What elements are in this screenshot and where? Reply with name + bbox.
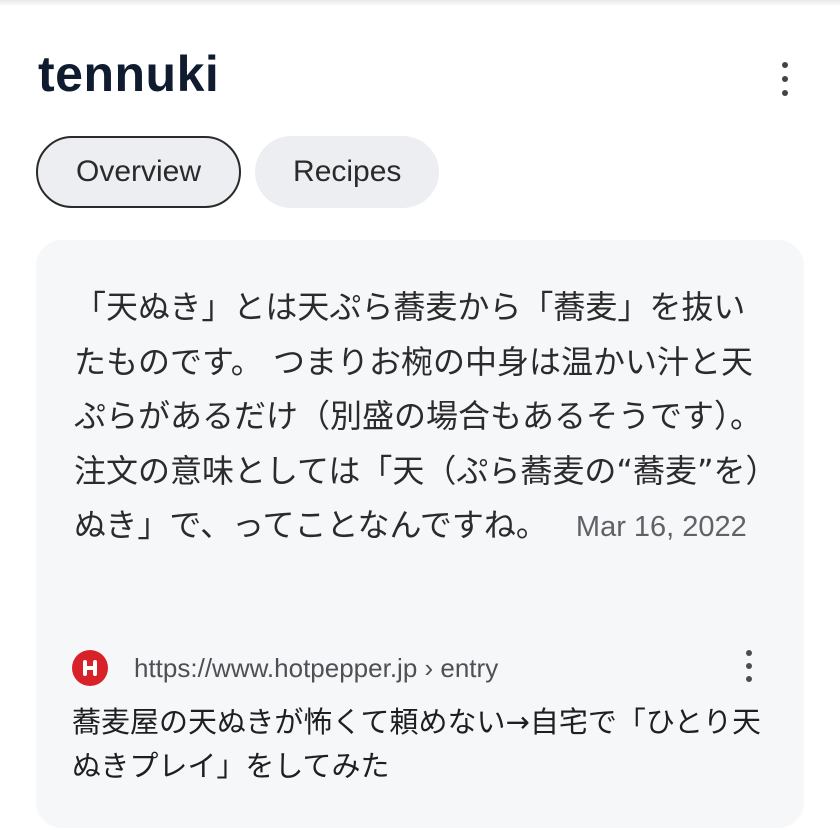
featured-snippet-card: 「天ぬき」とは天ぷら蕎麦から「蕎麦」を抜いたものです。 つまりお椀の中身は温かい…: [36, 240, 804, 828]
dot: [782, 90, 788, 96]
source-url[interactable]: https://www.hotpepper.jp › entry: [134, 653, 498, 684]
more-options-icon[interactable]: [774, 62, 796, 96]
dot: [746, 676, 752, 682]
top-shadow: [0, 0, 840, 6]
page-title: tennuki: [38, 46, 220, 102]
dot: [782, 62, 788, 68]
result-title-link[interactable]: 蕎麦屋の天ぬきが怖くて頼めない→自宅で「ひとり天ぬきプレイ」をしてみた: [72, 700, 772, 788]
tab-overview[interactable]: Overview: [36, 136, 242, 208]
source-row[interactable]: https://www.hotpepper.jp › entry: [72, 648, 768, 688]
dot: [746, 650, 752, 656]
snippet-text-block: 「天ぬき」とは天ぷら蕎麦から「蕎麦」を抜いたものです。 つまりお椀の中身は温かい…: [74, 280, 764, 555]
dot: [782, 76, 788, 82]
snippet-date: Mar 16, 2022: [575, 511, 747, 543]
dot: [746, 663, 752, 669]
hotpepper-favicon-icon: [72, 650, 108, 686]
snippet-text: 「天ぬき」とは天ぷら蕎麦から「蕎麦」を抜いたものです。 つまりお椀の中身は温かい…: [74, 288, 763, 544]
source-more-options-icon[interactable]: [742, 650, 756, 682]
header: tennuki: [38, 44, 810, 106]
tab-bar: Overview Recipes: [36, 136, 440, 208]
tab-recipes[interactable]: Recipes: [255, 136, 440, 208]
